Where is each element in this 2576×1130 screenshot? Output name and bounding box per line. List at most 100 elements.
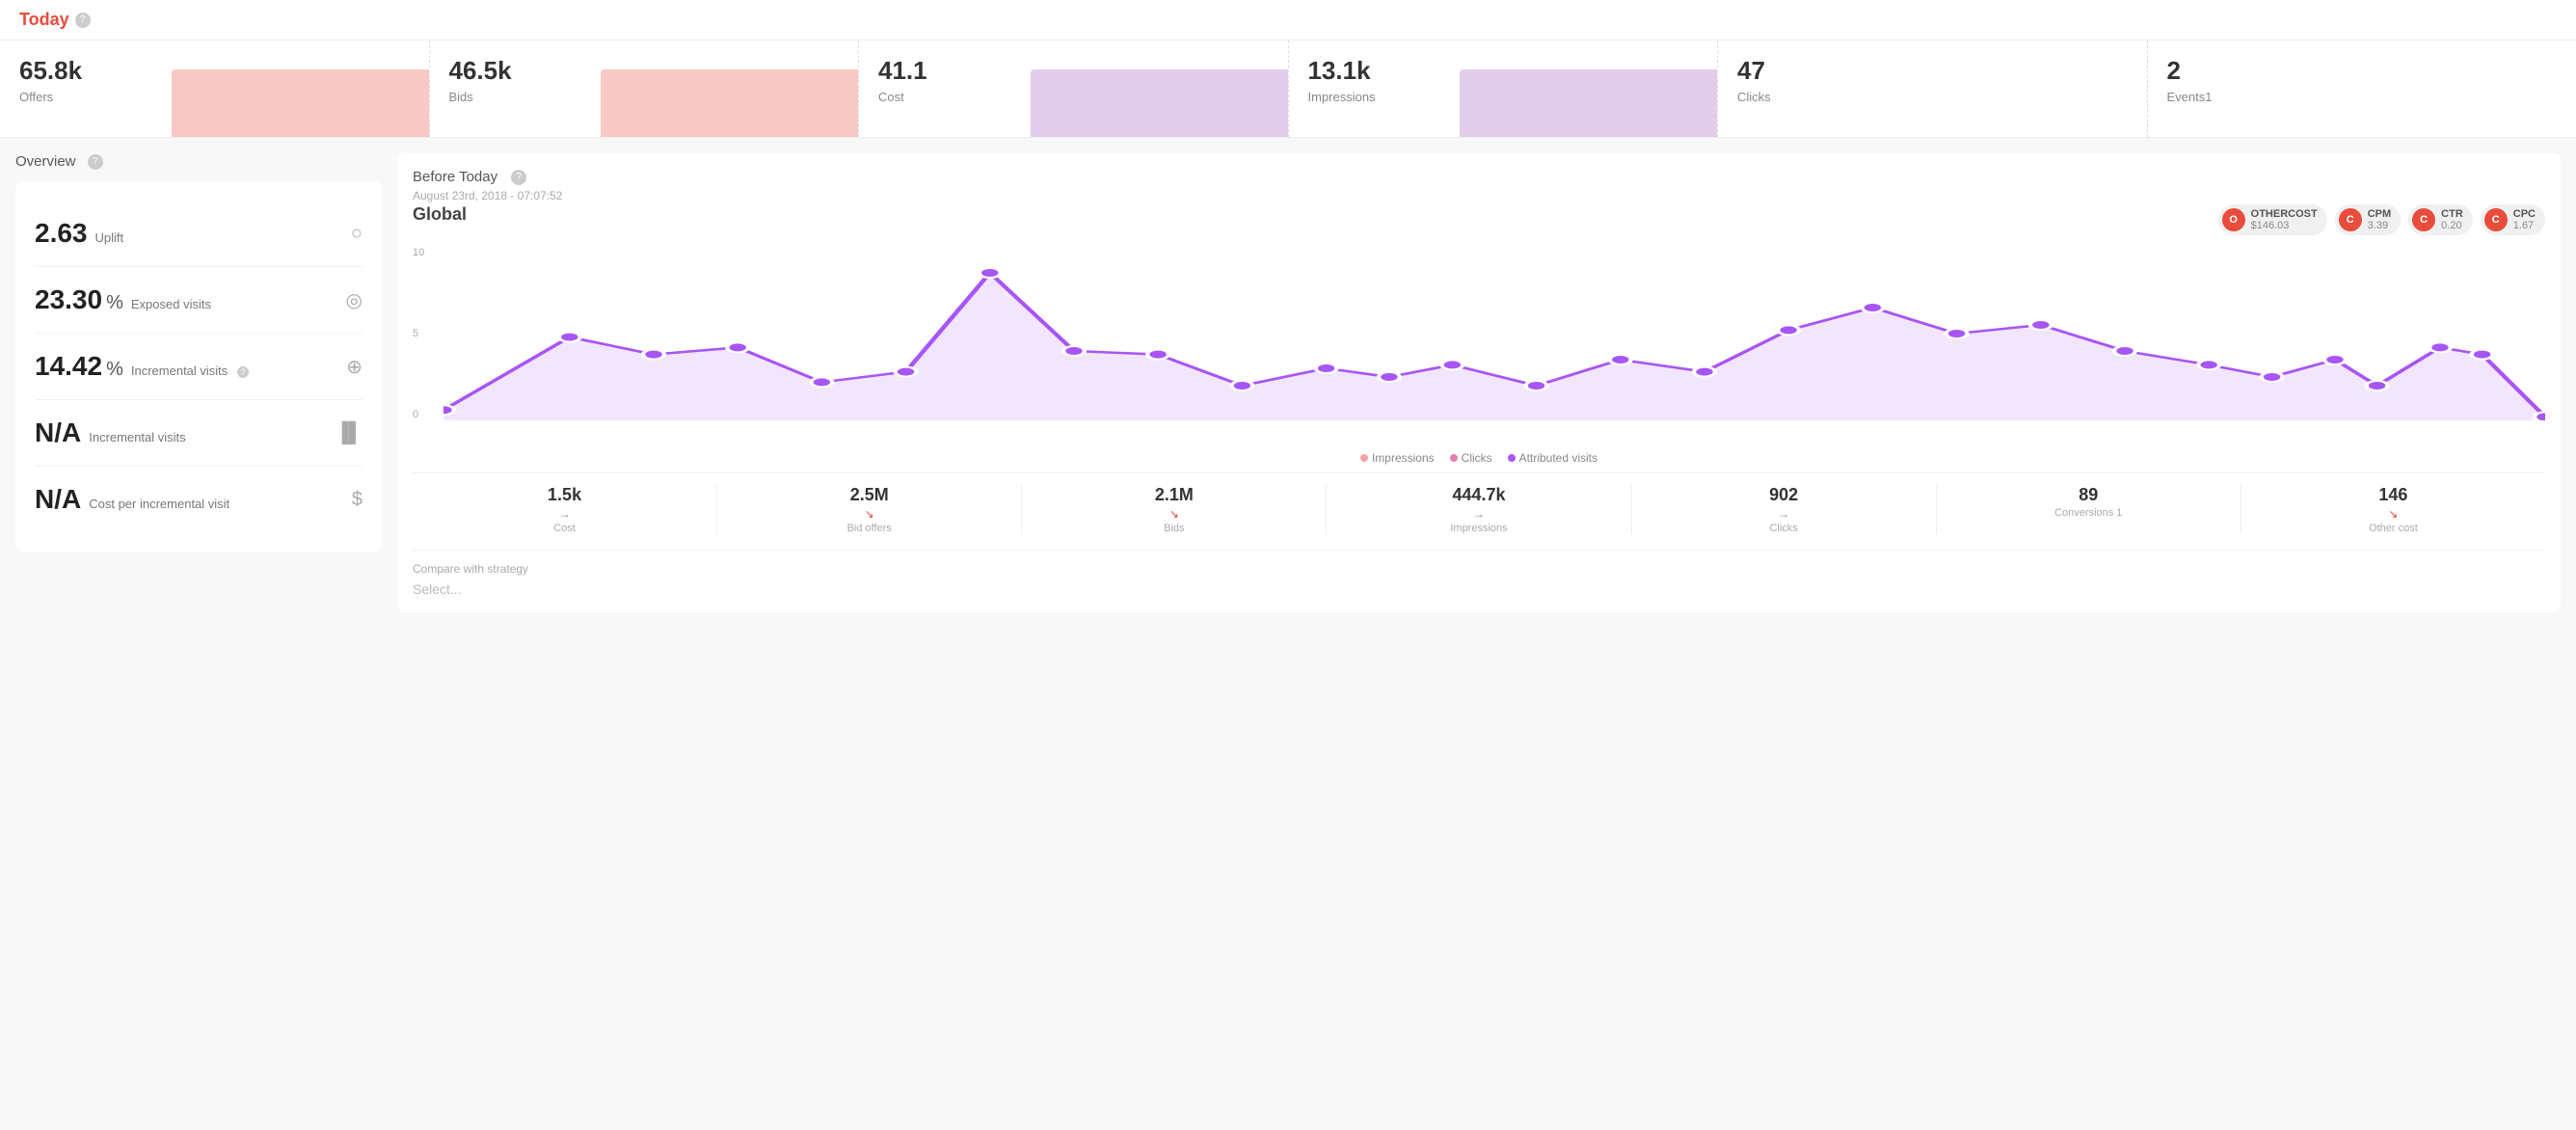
overview-section-title: Overview ? bbox=[15, 153, 382, 170]
bottom-stat-clicks: 902 → Clicks bbox=[1632, 485, 1937, 534]
compare-select[interactable]: Select... bbox=[413, 581, 2545, 597]
legend-badge-othercost[interactable]: O OTHERCOST $146.03 bbox=[2218, 204, 2327, 235]
badge-circle: C bbox=[2412, 208, 2435, 231]
chart-date: August 23rd, 2018 - 07:07:52 bbox=[413, 189, 2545, 202]
left-panel: Overview ? 2.63 Uplift ○ 23.30 % Exposed… bbox=[15, 153, 382, 612]
chart-area: 10 5 0 bbox=[413, 247, 2545, 440]
legend-badge-cpm[interactable]: C CPM 3.39 bbox=[2335, 204, 2401, 235]
legend-dot bbox=[1360, 454, 1368, 462]
metric-icon: ▐▌ bbox=[335, 422, 362, 444]
top-bar: Today ? bbox=[0, 0, 2576, 40]
metric-value: N/A bbox=[35, 417, 81, 448]
today-label: Today bbox=[19, 10, 69, 30]
bottom-stat-arrow: ↘ bbox=[725, 507, 1013, 521]
stat-label: Bids bbox=[449, 90, 840, 104]
badge-circle: O bbox=[2222, 208, 2245, 231]
metric-icon: ⊕ bbox=[346, 355, 362, 379]
bottom-stat-value: 89 bbox=[1945, 485, 2233, 505]
stat-label: Events1 bbox=[2167, 90, 2558, 104]
bottom-stat-value: 2.5M bbox=[725, 485, 1013, 505]
metric-value: 23.30 bbox=[35, 284, 102, 315]
badge-value: 1.67 bbox=[2513, 220, 2536, 231]
legend-badges: O OTHERCOST $146.03 C CPM 3.39 C CTR 0.2… bbox=[2218, 204, 2545, 235]
legend-dot bbox=[1508, 454, 1516, 462]
legend-badge-ctr[interactable]: C CTR 0.20 bbox=[2408, 204, 2473, 235]
bottom-stat-label: Other cost bbox=[2249, 523, 2537, 534]
chart-legend-item: Attributed visits bbox=[1508, 451, 1597, 465]
metric-label: Incremental visits ? bbox=[131, 363, 249, 378]
stat-card-bids: 46.5k Bids bbox=[430, 40, 860, 137]
metric-value: N/A bbox=[35, 484, 81, 515]
stat-label: Offers bbox=[19, 90, 410, 104]
bottom-stat-value: 1.5k bbox=[420, 485, 709, 505]
metric-row: 14.42 % Incremental visits ? ⊕ bbox=[35, 334, 362, 400]
chart-legend: Impressions Clicks Attributed visits bbox=[413, 451, 2545, 465]
bottom-stat-label: Bids bbox=[1030, 523, 1318, 534]
chart-svg-wrap bbox=[443, 247, 2545, 420]
metric-row: N/A Cost per incremental visit $ bbox=[35, 467, 362, 532]
metric-value: 14.42 bbox=[35, 351, 102, 382]
stat-value: 47 bbox=[1737, 56, 2128, 86]
badge-circle: C bbox=[2484, 208, 2508, 231]
stat-label: Cost bbox=[878, 90, 1269, 104]
chart-legend-item: Clicks bbox=[1450, 451, 1492, 465]
metric-content: 23.30 % Exposed visits bbox=[35, 284, 346, 315]
badge-name: CPC bbox=[2513, 208, 2536, 220]
bottom-stat-label: Cost bbox=[420, 523, 709, 534]
stats-row: 65.8k Offers 46.5k Bids 41.1 Cost 13.1k … bbox=[0, 40, 2576, 138]
bottom-stat-impressions: 444.7k → Impressions bbox=[1327, 485, 1631, 534]
metric-content: 14.42 % Incremental visits ? bbox=[35, 351, 346, 382]
bottom-stat-arrow: → bbox=[420, 507, 709, 521]
metric-unit: % bbox=[106, 359, 123, 381]
stat-value: 65.8k bbox=[19, 56, 410, 86]
stat-value: 13.1k bbox=[1308, 56, 1699, 86]
bottom-stat-label: Conversions 1 bbox=[1945, 507, 2233, 519]
stat-value: 2 bbox=[2167, 56, 2558, 86]
metric-help-icon[interactable]: ? bbox=[237, 366, 249, 378]
legend-label: Attributed visits bbox=[1519, 451, 1597, 465]
badge-value: 0.20 bbox=[2441, 220, 2463, 231]
stat-card-offers: 65.8k Offers bbox=[0, 40, 430, 137]
stat-label: Impressions bbox=[1308, 90, 1699, 104]
legend-label: Clicks bbox=[1462, 451, 1492, 465]
before-today-help-icon[interactable]: ? bbox=[511, 170, 526, 185]
badge-circle: C bbox=[2339, 208, 2362, 231]
metric-value: 2.63 bbox=[35, 218, 88, 249]
bottom-stat-bids: 2.1M ↘ Bids bbox=[1022, 485, 1327, 534]
bottom-stats: 1.5k → Cost 2.5M ↘ Bid offers 2.1M ↘ Bid… bbox=[413, 472, 2545, 534]
metric-content: 2.63 Uplift bbox=[35, 218, 351, 249]
metric-row: 2.63 Uplift ○ bbox=[35, 201, 362, 267]
stat-value: 46.5k bbox=[449, 56, 840, 86]
metric-row: 23.30 % Exposed visits ◎ bbox=[35, 267, 362, 334]
today-help-icon[interactable]: ? bbox=[75, 13, 91, 28]
metric-icon: ○ bbox=[351, 223, 362, 245]
stat-card-events1: 2 Events1 bbox=[2148, 40, 2576, 137]
badge-name: CPM bbox=[2368, 208, 2391, 220]
bottom-stat-value: 902 bbox=[1640, 485, 1928, 505]
metric-label: Exposed visits bbox=[131, 297, 211, 311]
stat-label: Clicks bbox=[1737, 90, 2128, 104]
legend-badge-cpc[interactable]: C CPC 1.67 bbox=[2481, 204, 2545, 235]
bottom-stat-arrow: → bbox=[1640, 507, 1928, 521]
metric-icon: ◎ bbox=[346, 288, 362, 312]
legend-dot bbox=[1450, 454, 1458, 462]
before-today-header: Before Today ? bbox=[413, 169, 2545, 185]
compare-label: Compare with strategy bbox=[413, 562, 2545, 576]
stat-card-impressions: 13.1k Impressions bbox=[1289, 40, 1719, 137]
badge-name: OTHERCOST bbox=[2251, 208, 2318, 220]
bottom-stat-arrow: → bbox=[1334, 507, 1623, 521]
badge-value: 3.39 bbox=[2368, 220, 2391, 231]
metric-content: N/A Incremental visits bbox=[35, 417, 335, 448]
compare-section: Compare with strategy Select... bbox=[413, 550, 2545, 597]
bottom-stat-value: 146 bbox=[2249, 485, 2537, 505]
bottom-stat-value: 2.1M bbox=[1030, 485, 1318, 505]
overview-help-icon[interactable]: ? bbox=[88, 154, 103, 170]
overview-card: 2.63 Uplift ○ 23.30 % Exposed visits ◎ 1… bbox=[15, 181, 382, 552]
bottom-stat-label: Impressions bbox=[1334, 523, 1623, 534]
right-panel: Before Today ? August 23rd, 2018 - 07:07… bbox=[397, 153, 2561, 612]
bottom-stat-arrow: ↘ bbox=[1030, 507, 1318, 521]
chart-legend-item: Impressions bbox=[1360, 451, 1435, 465]
metric-row: N/A Incremental visits ▐▌ bbox=[35, 400, 362, 467]
bottom-stat-label: Clicks bbox=[1640, 523, 1928, 534]
metric-label: Cost per incremental visit bbox=[89, 497, 229, 511]
